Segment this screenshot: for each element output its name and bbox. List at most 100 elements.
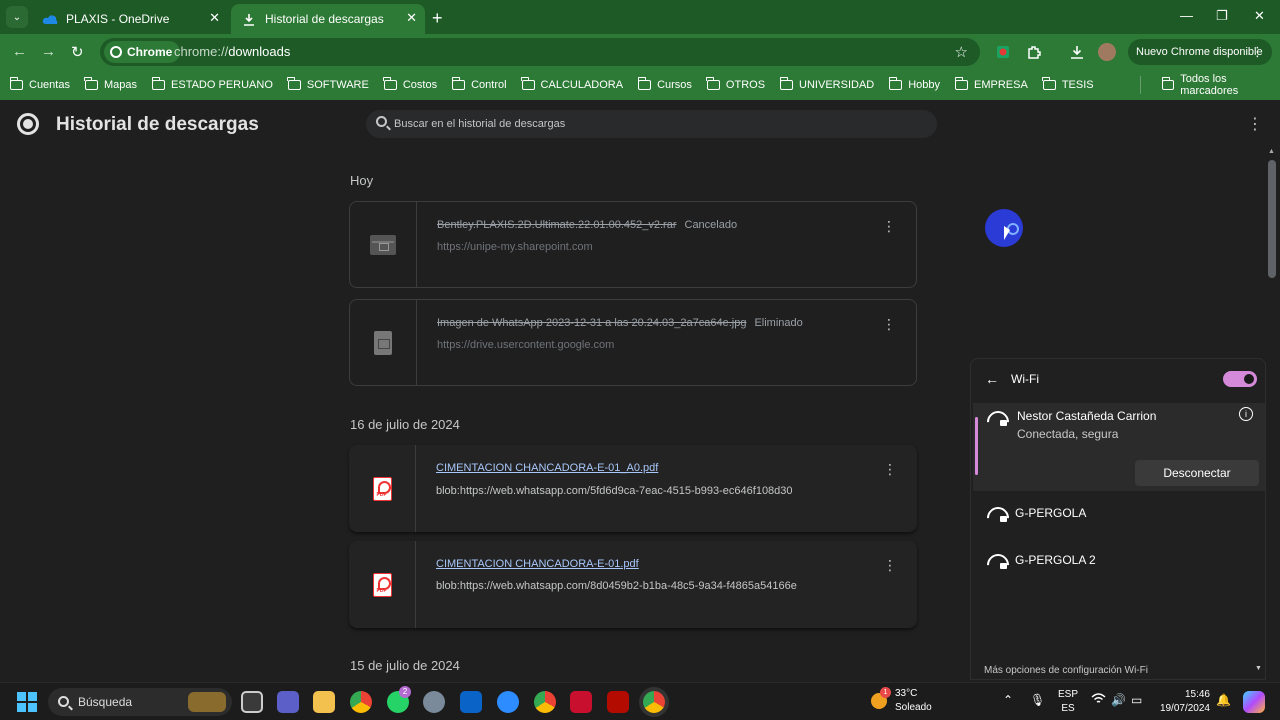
close-icon[interactable]: ✕ — [406, 10, 417, 26]
notification-bell-icon[interactable]: 🔔 — [1216, 693, 1231, 707]
bookmark-folder[interactable]: ESTADO PERUANO — [151, 77, 273, 91]
task-view-icon[interactable] — [241, 691, 263, 713]
date-heading: 15 de julio de 2024 — [350, 658, 460, 673]
acrobat-icon[interactable] — [607, 691, 629, 713]
close-icon[interactable]: ✕ — [209, 10, 220, 26]
bookmark-folder[interactable]: CALCULADORA — [521, 77, 623, 91]
settings-gear-icon[interactable] — [423, 691, 445, 713]
outlook-icon[interactable] — [460, 691, 482, 713]
address-bar[interactable]: Chrome chrome://downloads ☆ — [100, 38, 980, 66]
all-bookmarks-folder[interactable]: Todos los marcadores — [1161, 70, 1280, 100]
date-heading: 16 de julio de 2024 — [350, 417, 460, 432]
clock-date: 19/07/2024 — [1159, 703, 1210, 714]
minimize-icon[interactable]: — — [1180, 8, 1193, 23]
tab-downloads[interactable]: Historial de descargas ✕ — [231, 4, 425, 34]
item-menu-icon[interactable]: ⋮ — [882, 316, 896, 333]
chrome-update-button[interactable]: Nuevo Chrome disponible ⋮ — [1128, 39, 1272, 65]
scroll-thumb[interactable] — [1268, 160, 1276, 278]
downloads-icon[interactable] — [1068, 43, 1086, 61]
site-info-chip[interactable]: Chrome — [104, 41, 181, 63]
bookmark-label: Mapas — [103, 79, 138, 91]
system-clock[interactable]: 15:46 19/07/2024 — [1158, 688, 1210, 716]
downloads-search[interactable] — [366, 110, 937, 138]
restore-icon[interactable]: ❐ — [1216, 8, 1228, 24]
language-indicator[interactable]: ESP ES — [1058, 688, 1078, 716]
extensions-puzzle-icon[interactable] — [1025, 43, 1043, 61]
item-menu-icon[interactable]: ⋮ — [883, 461, 897, 478]
file-explorer-icon[interactable] — [313, 691, 335, 713]
wifi-toggle[interactable] — [1223, 371, 1257, 387]
bookmark-folder[interactable]: SOFTWARE — [287, 77, 369, 91]
folder-icon — [521, 77, 535, 90]
bookmark-folder[interactable]: Cursos — [637, 77, 692, 91]
bookmark-folder[interactable]: TESIS — [1042, 77, 1094, 91]
chrome-app-icon[interactable] — [350, 691, 372, 713]
battery-icon[interactable]: ▭ — [1131, 693, 1142, 707]
bookmarks-divider — [1140, 76, 1141, 94]
back-icon[interactable]: ← — [12, 43, 27, 60]
bookmark-folder[interactable]: UNIVERSIDAD — [779, 77, 874, 91]
keyboard-layout: ES — [1061, 703, 1075, 714]
close-window-icon[interactable]: ✕ — [1254, 8, 1265, 24]
bookmark-label: SOFTWARE — [306, 79, 369, 91]
file-name-link[interactable]: CIMENTACION CHANCADORA-E-01.pdf — [436, 558, 639, 570]
bookmark-folder[interactable]: Mapas — [84, 77, 138, 91]
wifi-tray-icon[interactable] — [1091, 693, 1106, 708]
url-text[interactable]: chrome://downloads — [174, 44, 290, 59]
download-status: Cancelado — [684, 219, 738, 231]
file-source-url: blob:https://web.whatsapp.com/8d0459b2-b… — [436, 580, 797, 592]
weather-badge: 1 — [880, 687, 891, 698]
scroll-down-icon[interactable]: ▼ — [1255, 665, 1262, 672]
bookmark-folder[interactable]: EMPRESA — [954, 77, 1028, 91]
download-icon — [241, 11, 257, 27]
folder-icon — [888, 77, 903, 90]
search-input[interactable] — [394, 115, 914, 133]
microphone-icon[interactable]: 🎙 — [1030, 693, 1045, 707]
folder-icon — [151, 77, 166, 90]
search-icon — [376, 116, 387, 127]
wifi-title: Wi-Fi — [1011, 372, 1039, 386]
extension-icon[interactable] — [994, 43, 1012, 61]
disconnect-button[interactable]: Desconectar — [1135, 460, 1259, 486]
file-name-link[interactable]: CIMENTACION CHANCADORA-E-01_A0.pdf — [436, 462, 658, 474]
forward-icon[interactable]: → — [41, 43, 56, 60]
scroll-up-icon[interactable]: ▲ — [1268, 148, 1275, 155]
bookmark-folder[interactable]: Costos — [383, 77, 437, 91]
taskbar-search[interactable]: Búsqueda — [48, 688, 232, 716]
bookmark-folder[interactable]: Control — [451, 77, 507, 91]
info-icon[interactable]: i — [1239, 407, 1253, 421]
teams-icon[interactable] — [277, 691, 299, 713]
copilot-icon[interactable] — [1243, 691, 1265, 713]
more-wifi-settings-link[interactable]: Más opciones de configuración Wi-Fi — [984, 665, 1148, 676]
chevron-up-icon[interactable]: ⌃ — [1003, 693, 1013, 707]
tab-search-button[interactable]: ⌄ — [6, 6, 28, 28]
file-icon-column — [350, 300, 417, 385]
bookmark-folder[interactable]: OTROS — [706, 77, 765, 91]
kebab-menu-icon[interactable]: ⋮ — [1251, 44, 1264, 60]
page-menu-icon[interactable]: ⋮ — [1247, 114, 1263, 134]
search-highlight-image — [188, 692, 226, 712]
page-scrollbar[interactable]: ▲ — [1266, 148, 1278, 682]
bookmark-star-icon[interactable]: ☆ — [955, 43, 968, 61]
network-status: Conectada, segura — [1017, 427, 1119, 441]
clock-time: 15:46 — [1184, 689, 1210, 700]
file-icon-column — [349, 445, 416, 532]
volume-icon[interactable]: 🔊 — [1111, 693, 1126, 707]
item-menu-icon[interactable]: ⋮ — [882, 218, 896, 235]
zoom-icon[interactable] — [497, 691, 519, 713]
chrome-profile-icon[interactable] — [534, 691, 556, 713]
bookmark-folder[interactable]: Hobby — [888, 77, 940, 91]
bookmark-folder[interactable]: Cuentas — [9, 77, 70, 91]
new-tab-button[interactable]: + — [432, 8, 443, 29]
reload-icon[interactable]: ↻ — [71, 43, 84, 61]
chrome-active-icon[interactable] — [643, 691, 665, 713]
autocad-icon[interactable] — [570, 691, 592, 713]
update-label: Nuevo Chrome disponible — [1136, 46, 1263, 58]
wifi-network-connected[interactable]: Nestor Castañeda Carrion Conectada, segu… — [973, 403, 1265, 491]
back-arrow-icon[interactable]: ← — [985, 371, 999, 387]
profile-avatar[interactable] — [1098, 43, 1116, 61]
tab-plaxis-onedrive[interactable]: PLAXIS - OneDrive ✕ — [32, 4, 228, 34]
chrome-logo-icon — [17, 113, 39, 135]
item-menu-icon[interactable]: ⋮ — [883, 557, 897, 574]
windows-start-icon[interactable] — [17, 692, 37, 712]
